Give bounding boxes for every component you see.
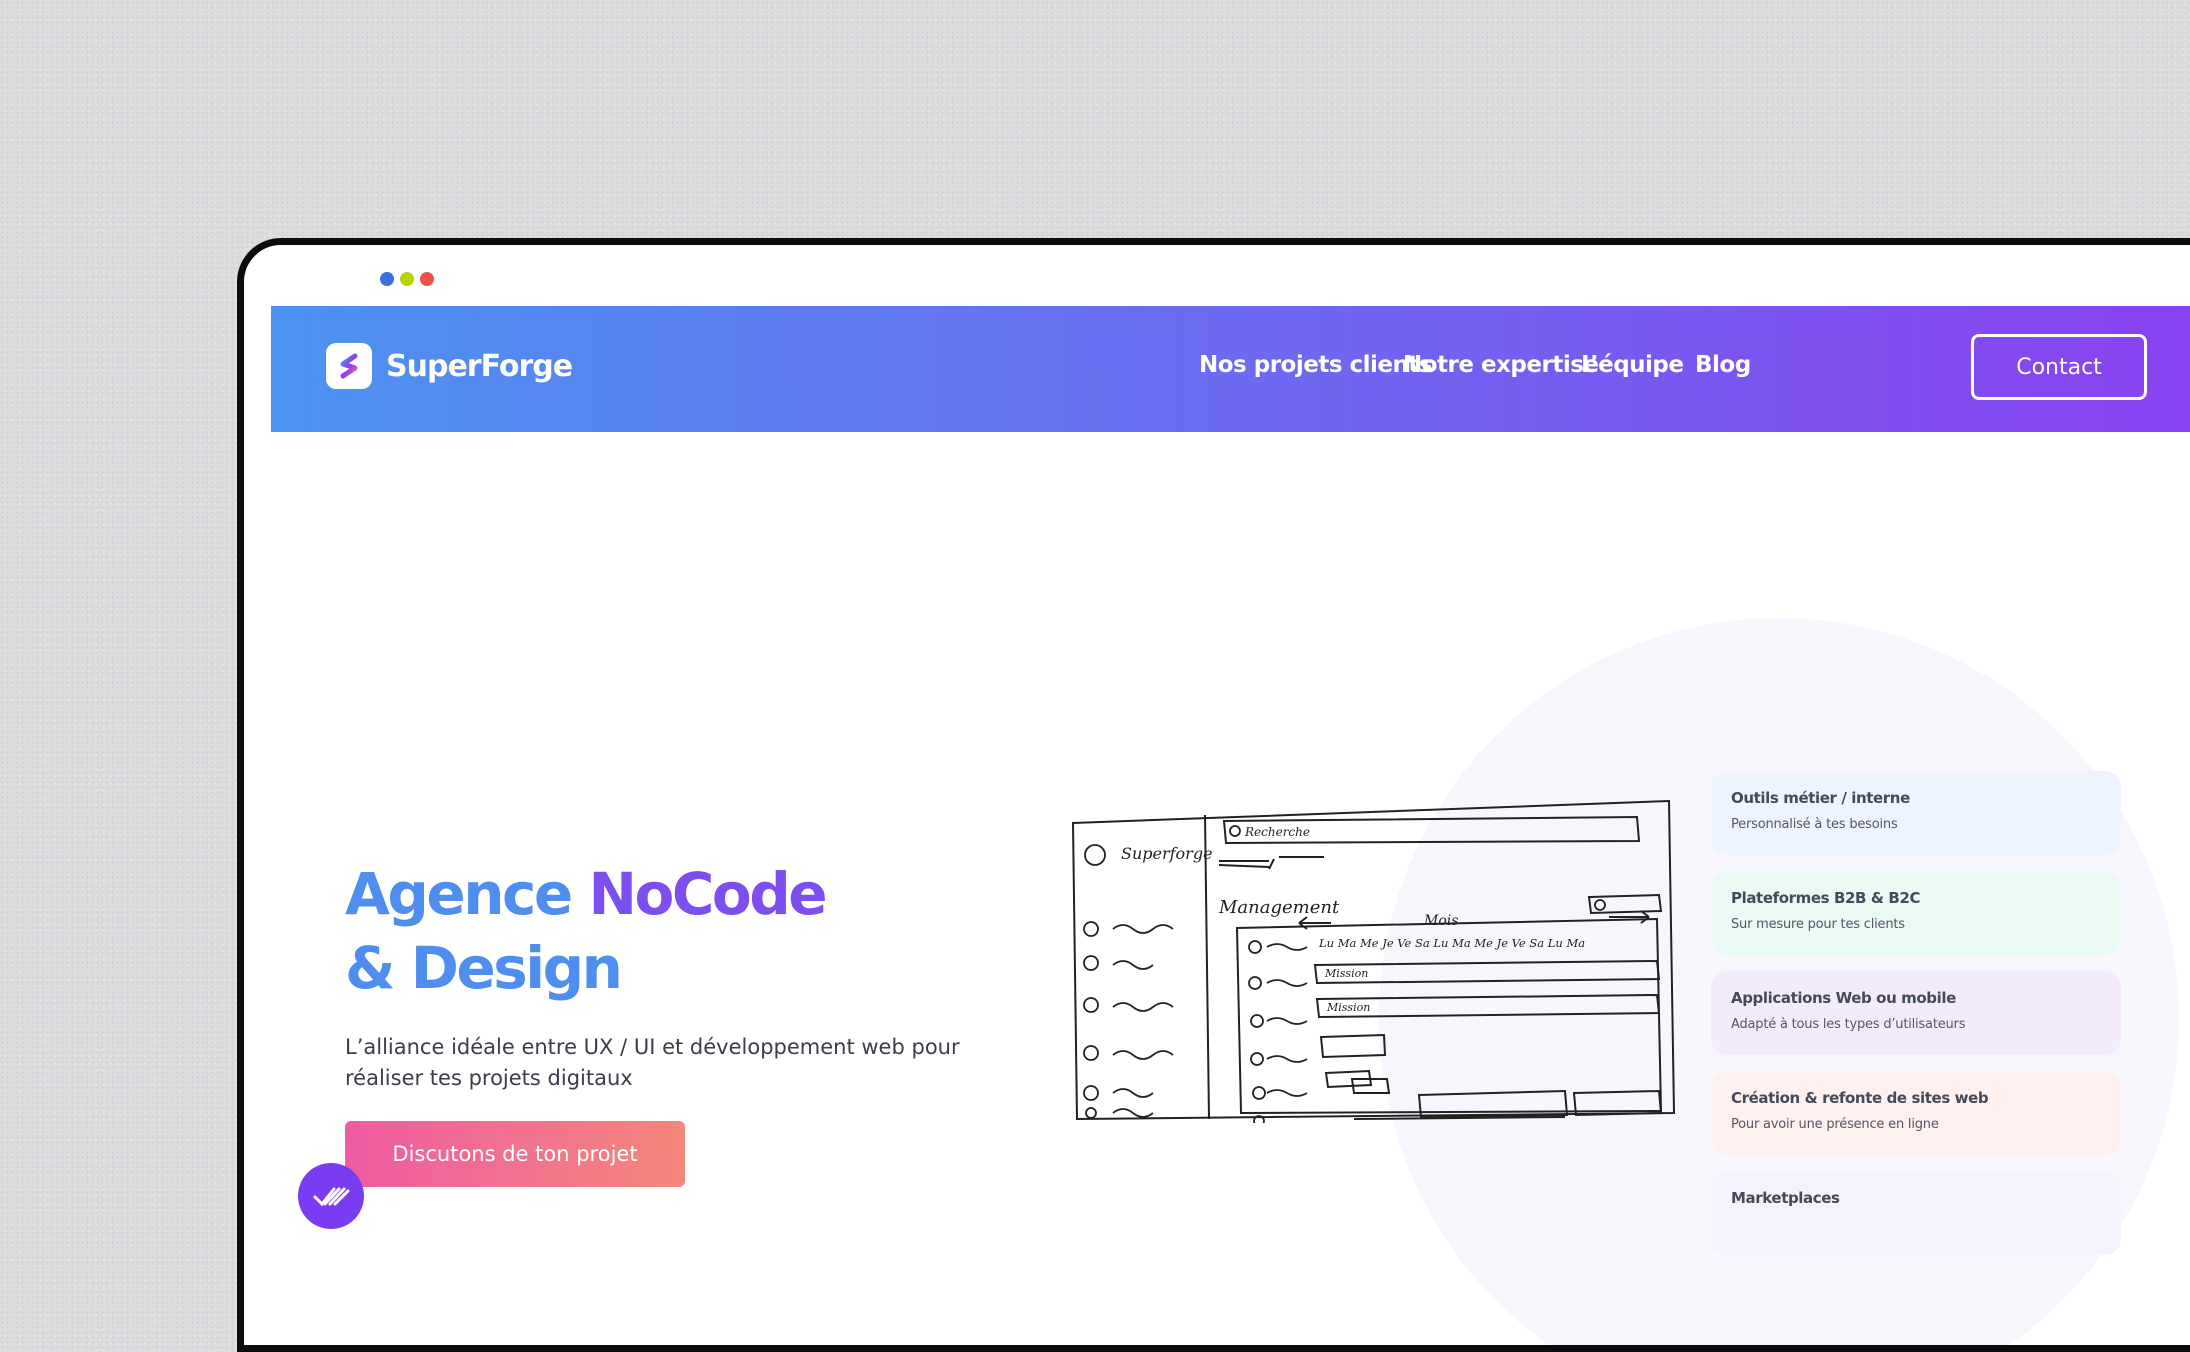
service-desc: Adapté à tous les types d’utilisateurs: [1731, 1017, 1966, 1032]
service-title: Création & refonte de sites web: [1731, 1089, 1989, 1107]
contact-button[interactable]: Contact: [1971, 334, 2147, 400]
hero-subtitle: L’alliance idéale entre UX / UI et dével…: [345, 1035, 960, 1090]
nav-link-equipe[interactable]: L’équipe: [1581, 352, 1684, 378]
cta-button[interactable]: Discutons de ton projet: [345, 1121, 685, 1187]
service-card-sites-web[interactable]: Création & refonte de sites web Pour avo…: [1711, 1071, 2121, 1155]
brand-name: SuperForge: [386, 348, 573, 384]
hero-title-agence: Agence: [345, 860, 589, 928]
sketch-days: Lu Ma Me Je Ve Sa Lu Ma Me Je Ve Sa Lu M…: [1318, 936, 1585, 950]
sketch-search: Recherche: [1244, 825, 1310, 839]
chat-widget-button[interactable]: [298, 1163, 364, 1229]
window-controls: [380, 272, 434, 286]
service-title: Outils métier / interne: [1731, 789, 1910, 807]
top-navbar: SuperForge Nos projets clients Notre exp…: [271, 306, 2190, 432]
sketch-mission-1: Mission: [1324, 967, 1368, 980]
service-card-plateformes[interactable]: Plateformes B2B & B2C Sur mesure pour te…: [1711, 871, 2121, 955]
nav-link-expertise[interactable]: Notre expertise: [1403, 352, 1599, 378]
service-title: Plateformes B2B & B2C: [1731, 889, 1921, 907]
sketch-brand: Superforge: [1121, 844, 1213, 863]
sketch-section: Management: [1218, 897, 1340, 918]
hero-title: Agence NoCode & Design: [345, 857, 828, 1005]
wireframe-sketch: Superforge Recherche Management Mois Lu …: [1071, 799, 1676, 1123]
brand-logo[interactable]: SuperForge: [326, 343, 573, 389]
service-desc: Sur mesure pour tes clients: [1731, 917, 1905, 932]
service-card-outils[interactable]: Outils métier / interne Personnalisé à t…: [1711, 771, 2121, 855]
service-title: Applications Web ou mobile: [1731, 989, 1956, 1007]
service-desc: Pour avoir une présence en ligne: [1731, 1117, 1939, 1132]
sketch-mission-2: Mission: [1326, 1001, 1370, 1014]
service-title: Marketplaces: [1731, 1189, 1840, 1207]
hero-title-design: & Design: [345, 934, 623, 1002]
service-card-applications[interactable]: Applications Web ou mobile Adapté à tous…: [1711, 971, 2121, 1055]
window-dot-blue[interactable]: [380, 272, 394, 286]
sketch-period: Mois: [1423, 913, 1458, 929]
window-dot-yellow[interactable]: [400, 272, 414, 286]
hero-title-nocode: NoCode: [588, 860, 827, 928]
check-marks-icon: [313, 1187, 350, 1207]
service-card-marketplaces[interactable]: Marketplaces: [1711, 1171, 2121, 1255]
window-dot-red[interactable]: [420, 272, 434, 286]
service-desc: Personnalisé à tes besoins: [1731, 817, 1898, 832]
nav-link-blog[interactable]: Blog: [1695, 352, 1751, 378]
browser-window: SuperForge Nos projets clients Notre exp…: [237, 238, 2190, 1352]
logo-icon: [326, 343, 372, 389]
nav-link-projets[interactable]: Nos projets clients: [1199, 352, 1433, 378]
